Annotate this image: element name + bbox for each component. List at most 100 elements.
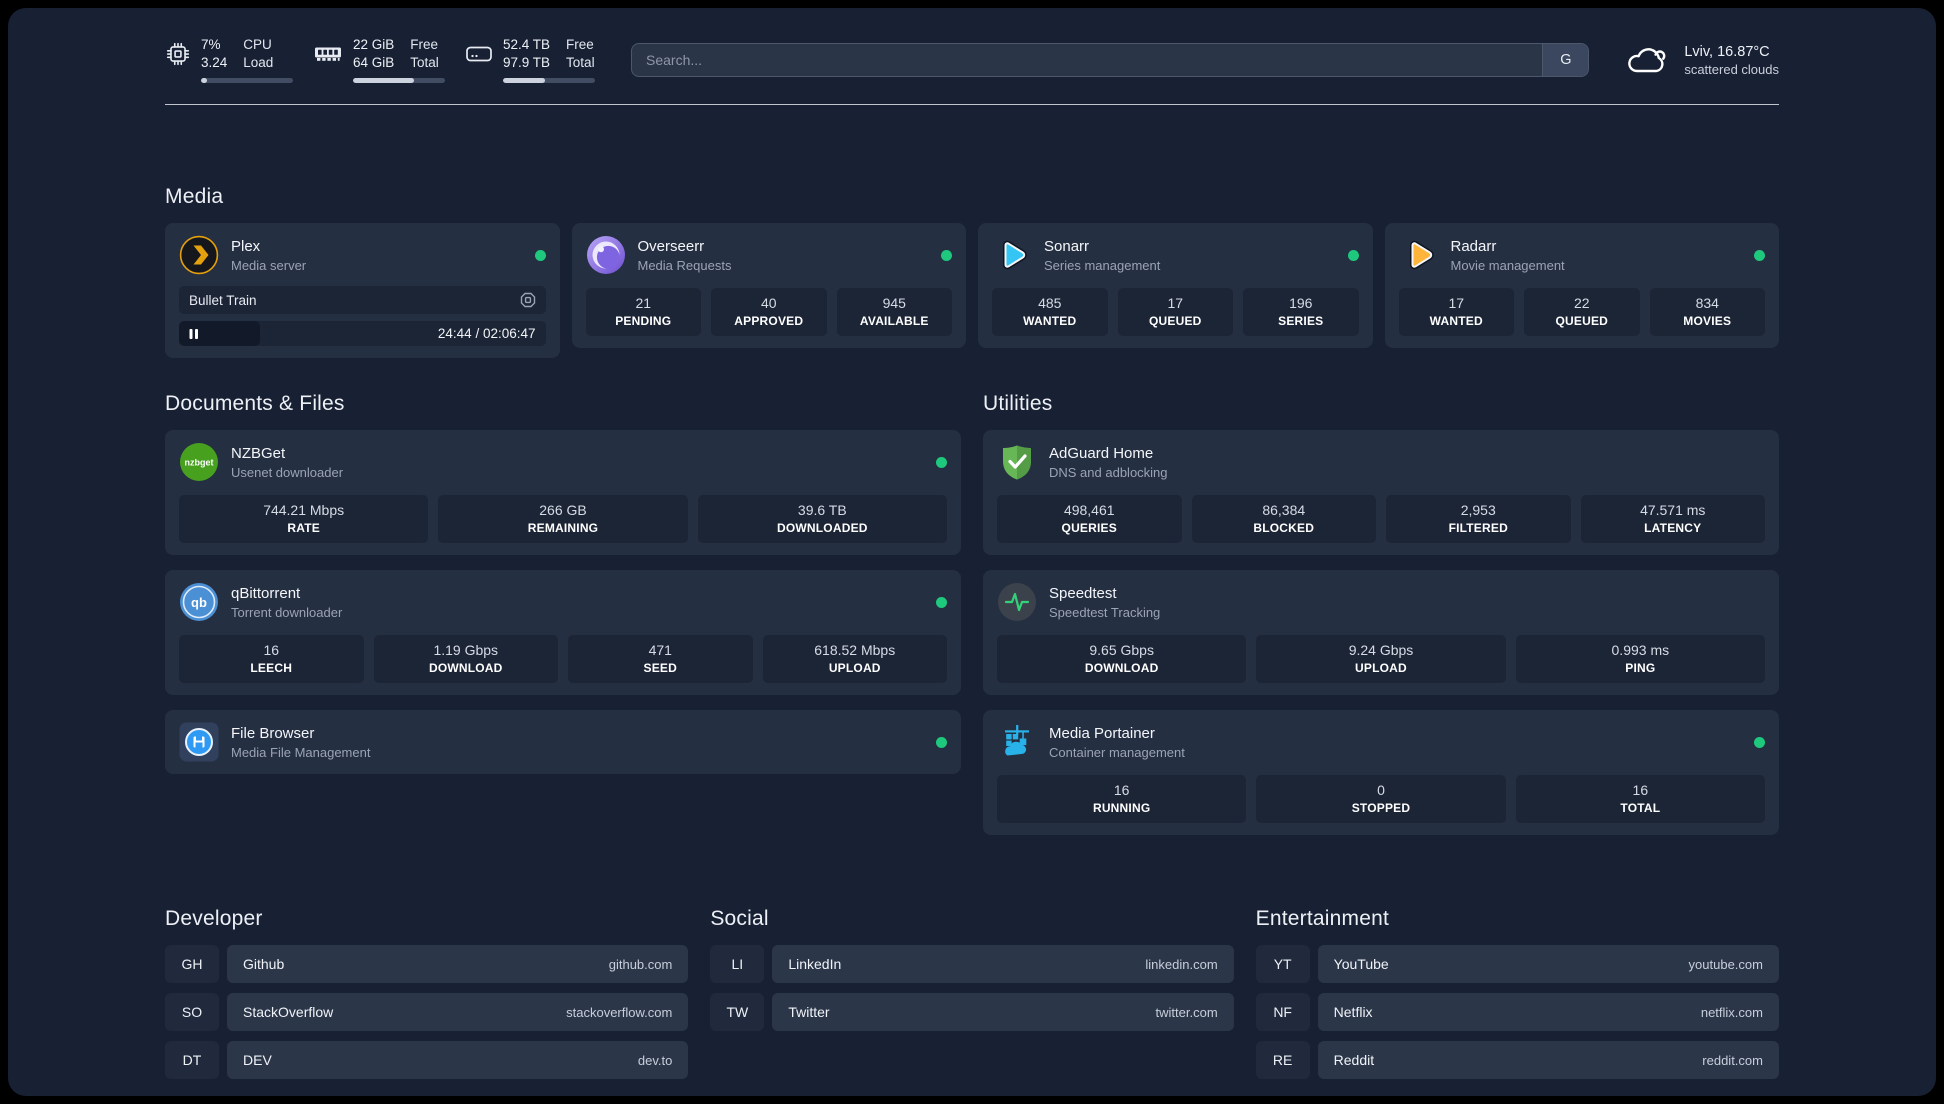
- qbittorrent-title: qBittorrent: [231, 584, 301, 602]
- cloud-icon: [1625, 42, 1671, 78]
- stat-upload: 9.24 Gbps UPLOAD: [1256, 635, 1506, 684]
- link-url: github.com: [608, 956, 673, 972]
- link-name: LinkedIn: [788, 956, 842, 973]
- sonarr-title: Sonarr: [1044, 237, 1090, 255]
- link-name: Reddit: [1333, 1052, 1375, 1069]
- svg-text:qb: qb: [191, 595, 207, 610]
- pause-icon: [189, 328, 199, 340]
- link-name: StackOverflow: [243, 1004, 334, 1021]
- system-stats: 7% 3.24 CPU Load 22 GiB 64 GiB Free Tota…: [165, 36, 595, 84]
- link-linkedin[interactable]: LI LinkedIn linkedin.com: [710, 945, 1234, 984]
- twitter-abbr-badge[interactable]: TW: [710, 993, 765, 1032]
- card-plex[interactable]: Plex Media server Bullet Train 24:44 / 0…: [165, 223, 560, 359]
- weather-location-temp: Lviv, 16.87°C: [1684, 44, 1770, 61]
- stat-blocked: 86,384 BLOCKED: [1191, 495, 1376, 544]
- search-bar: G: [631, 42, 1590, 77]
- overseerr-subtitle: Media Requests: [637, 257, 732, 273]
- search-input[interactable]: [632, 43, 1543, 76]
- now-playing-title: Bullet Train: [189, 292, 257, 308]
- search-engine-button[interactable]: G: [1542, 43, 1589, 76]
- card-portainer[interactable]: Media Portainer Container management 16 …: [983, 710, 1779, 836]
- link-name: Github: [243, 956, 285, 973]
- portainer-subtitle: Container management: [1049, 744, 1185, 760]
- stat-pending: 21 PENDING: [585, 288, 701, 337]
- netflix-abbr-badge[interactable]: NF: [1255, 993, 1310, 1032]
- card-filebrowser[interactable]: File Browser Media File Management: [165, 710, 961, 775]
- stat-approved: 40 APPROVED: [711, 288, 827, 337]
- reddit-abbr-badge[interactable]: RE: [1255, 1041, 1310, 1080]
- link-name: Netflix: [1333, 1004, 1373, 1021]
- status-online-dot: [936, 736, 947, 748]
- status-online-dot: [1754, 736, 1765, 748]
- dashboard-root: 7% 3.24 CPU Load 22 GiB 64 GiB Free Tota…: [8, 8, 1936, 1096]
- disk-progress-bar: [503, 78, 595, 84]
- stat-queries: 498,461 QUERIES: [997, 495, 1182, 544]
- utilities-section-title: Utilities: [983, 392, 1053, 416]
- status-online-dot: [1347, 249, 1359, 261]
- card-nzbget[interactable]: nzbget NZBGet Usenet downloader 744.21 M…: [165, 430, 961, 556]
- card-speedtest[interactable]: Speedtest Speedtest Tracking 9.65 Gbps D…: [983, 570, 1779, 696]
- status-online-dot: [936, 596, 947, 608]
- link-stackoverflow[interactable]: SO StackOverflow stackoverflow.com: [165, 993, 689, 1032]
- portainer-icon: [997, 722, 1037, 762]
- disk-labels: Free Total: [566, 36, 595, 72]
- card-adguard[interactable]: AdGuard Home DNS and adblocking 498,461 …: [983, 430, 1779, 556]
- memory-stat: 22 GiB 64 GiB Free Total: [313, 36, 445, 84]
- section-media: Media Plex Media server Bullet Train 24:…: [165, 185, 1779, 359]
- sonarr-icon: [992, 235, 1032, 275]
- filebrowser-icon: [179, 722, 219, 762]
- link-netflix[interactable]: NF Netflix netflix.com: [1255, 993, 1779, 1032]
- speedtest-icon: [997, 582, 1037, 622]
- link-dev[interactable]: DT DEV dev.to: [165, 1041, 689, 1080]
- transcode-icon: [520, 292, 536, 308]
- card-sonarr[interactable]: Sonarr Series management 485 WANTED 17 Q…: [978, 223, 1373, 349]
- speedtest-title: Speedtest: [1049, 584, 1117, 602]
- memory-values: 22 GiB 64 GiB: [353, 36, 394, 72]
- card-radarr[interactable]: Radarr Movie management 17 WANTED 22 QUE…: [1384, 223, 1779, 349]
- link-url: linkedin.com: [1145, 956, 1218, 972]
- youtube-abbr-badge[interactable]: YT: [1255, 945, 1310, 984]
- stat-downloaded: 39.6 TB DOWNLOADED: [697, 495, 947, 544]
- social-section-title: Social: [710, 907, 769, 931]
- cpu-labels: CPU Load: [243, 36, 273, 72]
- documents-section-title: Documents & Files: [165, 392, 345, 416]
- top-bar: 7% 3.24 CPU Load 22 GiB 64 GiB Free Tota…: [165, 36, 1779, 84]
- radarr-title: Radarr: [1450, 237, 1497, 255]
- plex-icon: [179, 235, 219, 275]
- weather-widget: Lviv, 16.87°C scattered clouds: [1625, 42, 1779, 78]
- disk-label-bottom: Total: [566, 55, 595, 71]
- stat-wanted: 17 WANTED: [1398, 288, 1514, 337]
- link-github[interactable]: GH Github github.com: [165, 945, 689, 984]
- github-abbr-badge[interactable]: GH: [165, 945, 219, 984]
- link-reddit[interactable]: RE Reddit reddit.com: [1255, 1041, 1779, 1080]
- disk-free-value: 52.4 TB: [503, 37, 551, 52]
- stat-download: 1.19 Gbps DOWNLOAD: [373, 635, 558, 684]
- link-youtube[interactable]: YT YouTube youtube.com: [1255, 945, 1779, 984]
- link-twitter[interactable]: TW Twitter twitter.com: [710, 993, 1234, 1032]
- stat-wanted: 485 WANTED: [992, 288, 1108, 337]
- link-url: dev.to: [637, 1052, 673, 1068]
- stackoverflow-abbr-badge[interactable]: SO: [165, 993, 219, 1032]
- card-qbittorrent[interactable]: qb qBittorrent Torrent downloader 16 LEE…: [165, 570, 961, 696]
- stat-series: 196 SERIES: [1243, 288, 1359, 337]
- radarr-subtitle: Movie management: [1450, 257, 1565, 273]
- playback-time: 24:44 / 02:06:47: [437, 326, 536, 342]
- memory-free-value: 22 GiB: [353, 37, 395, 52]
- stat-running: 16 RUNNING: [997, 775, 1247, 824]
- card-overseerr[interactable]: Overseerr Media Requests 21 PENDING 40 A…: [571, 223, 966, 349]
- link-url: youtube.com: [1688, 956, 1763, 972]
- section-entertainment: Entertainment YT YouTube youtube.com NF …: [1255, 907, 1779, 1089]
- adguard-subtitle: DNS and adblocking: [1049, 464, 1168, 480]
- plex-title: Plex: [231, 237, 261, 255]
- svg-text:nzbget: nzbget: [185, 458, 214, 468]
- stat-queued: 22 QUEUED: [1524, 288, 1640, 337]
- dev-abbr-badge[interactable]: DT: [165, 1041, 219, 1080]
- linkedin-abbr-badge[interactable]: LI: [710, 945, 765, 984]
- disk-stat: 52.4 TB 97.9 TB Free Total: [465, 36, 595, 84]
- memory-progress-bar: [353, 78, 445, 84]
- now-playing-row: Bullet Train: [179, 286, 546, 315]
- ram-icon: [313, 41, 343, 67]
- disk-label-top: Free: [566, 37, 594, 52]
- cpu-icon: [165, 41, 191, 67]
- header-divider: [165, 104, 1779, 106]
